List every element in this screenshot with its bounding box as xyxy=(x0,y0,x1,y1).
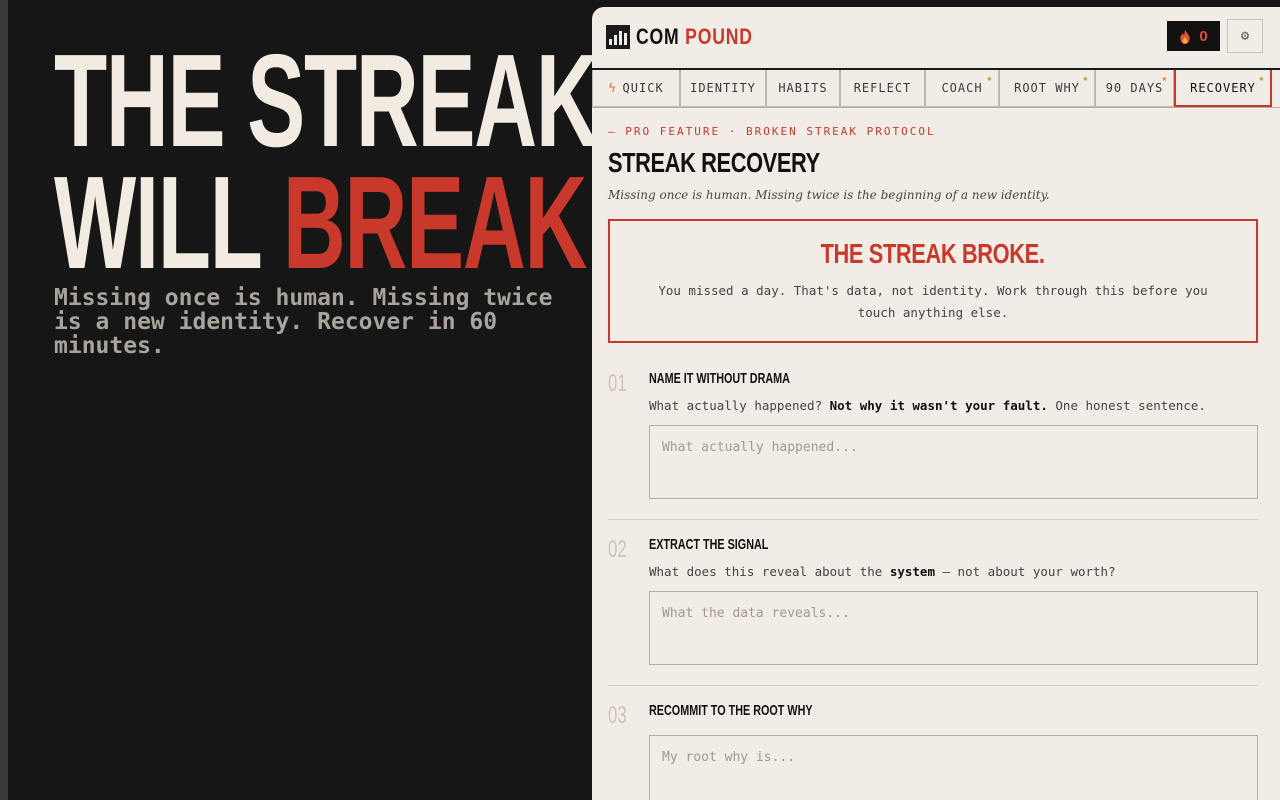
step-desc-text: — not about your worth? xyxy=(934,564,1116,579)
step-number: 01 xyxy=(608,370,627,397)
settings-button[interactable]: ⚙ xyxy=(1227,19,1263,53)
eyebrow: — PRO FEATURE · BROKEN STREAK PROTOCOL xyxy=(608,125,936,138)
gear-icon: ⚙ xyxy=(1240,28,1250,44)
tab-coach[interactable]: COACH ★ xyxy=(925,70,999,107)
step-number: 03 xyxy=(608,702,627,729)
tab-bar: ϟ QUICK IDENTITY HABITS REFLECT COACH ★ … xyxy=(592,68,1280,108)
step-desc-text: What actually happened? xyxy=(649,398,830,413)
window-edge xyxy=(0,0,8,800)
pro-star-icon: ★ xyxy=(1161,74,1168,84)
step-desc-text: One honest sentence. xyxy=(1047,398,1206,413)
hero-title: THE STREAK WILL BREAK xyxy=(54,27,599,289)
tab-identity[interactable]: IDENTITY xyxy=(680,70,766,107)
step-3: 03 RECOMMIT TO THE ROOT WHY xyxy=(608,702,1260,800)
step-title: NAME IT WITHOUT DRAMA xyxy=(649,370,790,387)
logo-text-com: COM xyxy=(636,24,680,49)
step-title: EXTRACT THE SIGNAL xyxy=(649,536,769,553)
hero: THE STREAK WILL BREAK Missing once is hu… xyxy=(54,27,599,359)
tab-label: REFLECT xyxy=(853,81,912,95)
tab-label: HABITS xyxy=(778,81,828,95)
signal-input[interactable] xyxy=(649,591,1258,665)
bolt-icon: ϟ xyxy=(608,81,617,95)
step-title: RECOMMIT TO THE ROOT WHY xyxy=(649,702,813,719)
tab-label: COACH xyxy=(941,81,983,95)
hero-title-break: BREAK xyxy=(282,149,587,296)
page-title: STREAK RECOVERY xyxy=(608,147,820,178)
logo-wordmark: COM POUND xyxy=(636,24,753,50)
what-happened-input[interactable] xyxy=(649,425,1258,499)
step-description: What actually happened? Not why it wasn'… xyxy=(649,398,1260,413)
hero-title-line-1: THE STREAK xyxy=(54,27,599,174)
divider xyxy=(608,685,1258,686)
pro-star-icon: ★ xyxy=(1258,74,1265,84)
streak-count: 0 xyxy=(1199,27,1208,45)
step-desc-emphasis: system xyxy=(889,564,935,579)
app-panel: COM POUND 0 ⚙ ϟ QUICK IDENTITY HABITS RE… xyxy=(592,7,1280,800)
hero-title-line-2: WILL BREAK xyxy=(54,157,587,289)
tab-recovery[interactable]: RECOVERY ★ xyxy=(1174,70,1272,107)
step-1: 01 NAME IT WITHOUT DRAMA What actually h… xyxy=(608,370,1260,503)
alert-title: THE STREAK BROKE. xyxy=(821,238,1045,269)
tab-quick[interactable]: ϟ QUICK xyxy=(592,70,680,107)
step-description: What does this reveal about the system —… xyxy=(649,564,1260,579)
alert-text: You missed a day. That's data, not ident… xyxy=(658,283,1208,320)
step-desc-emphasis: Not why it wasn't your fault. xyxy=(829,398,1048,413)
flame-icon xyxy=(1180,28,1191,44)
tab-reflect[interactable]: REFLECT xyxy=(840,70,925,107)
tab-root-why[interactable]: ROOT WHY ★ xyxy=(999,70,1095,107)
top-bar: COM POUND 0 ⚙ xyxy=(592,7,1280,67)
step-number: 02 xyxy=(608,536,627,563)
logo-text-pound: POUND xyxy=(685,24,753,49)
pro-star-icon: ★ xyxy=(1082,74,1089,84)
hero-title-will: WILL xyxy=(54,149,283,296)
hero-subtitle: Missing once is human. Missing twice is … xyxy=(54,285,553,359)
recovery-content: — PRO FEATURE · BROKEN STREAK PROTOCOL S… xyxy=(608,125,1260,800)
tab-label: QUICK xyxy=(622,81,664,95)
pro-star-icon: ★ xyxy=(986,74,993,84)
tab-label: ROOT WHY xyxy=(1014,81,1080,95)
divider xyxy=(608,519,1258,520)
logo-icon xyxy=(606,25,630,49)
root-why-input[interactable] xyxy=(649,735,1258,800)
step-desc-text: What does this reveal about the xyxy=(649,564,890,579)
tab-label: RECOVERY xyxy=(1190,80,1256,95)
tab-habits[interactable]: HABITS xyxy=(766,70,840,107)
tab-label: IDENTITY xyxy=(690,81,756,95)
page-subtitle: Missing once is human. Missing twice is … xyxy=(608,188,1050,202)
tab-label: 90 DAYS xyxy=(1105,81,1164,95)
step-2: 02 EXTRACT THE SIGNAL What does this rev… xyxy=(608,536,1260,669)
streak-counter[interactable]: 0 xyxy=(1167,21,1220,51)
streak-broke-alert: THE STREAK BROKE. You missed a day. That… xyxy=(608,219,1258,343)
tab-90-days[interactable]: 90 DAYS ★ xyxy=(1095,70,1174,107)
